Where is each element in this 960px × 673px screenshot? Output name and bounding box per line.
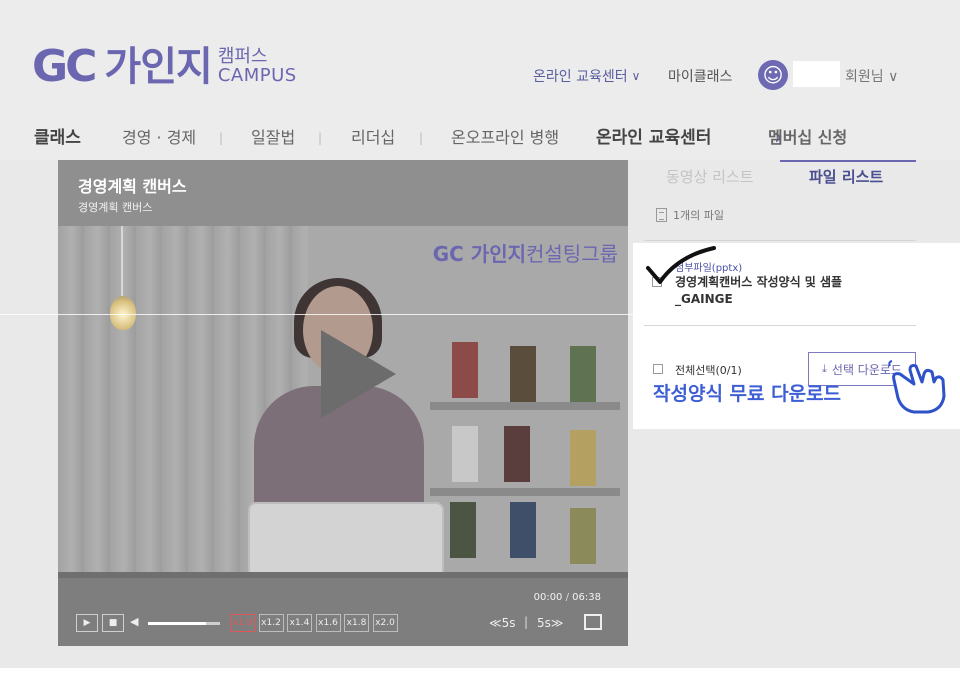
promo-caption: 작성양식 무료 다운로드 xyxy=(653,383,842,405)
member-menu[interactable]: 회원님 ∨ xyxy=(845,66,898,86)
book xyxy=(570,430,596,486)
divider xyxy=(644,325,916,326)
book xyxy=(570,346,596,402)
bookshelf xyxy=(430,402,620,410)
chevron-down-icon: ∨ xyxy=(631,69,641,83)
nav-separator: | xyxy=(219,131,224,145)
logo-sub: 캠퍼스 CAMPUS xyxy=(217,47,297,86)
time-total: 06:38 xyxy=(572,592,601,603)
play-button[interactable]: ▶ xyxy=(76,614,98,632)
site-logo[interactable]: GC 가인지 캠퍼스 CAMPUS xyxy=(32,40,297,94)
file-count-label: 1개의 파일 xyxy=(673,209,724,222)
book xyxy=(570,508,596,564)
book xyxy=(510,502,536,558)
play-overlay-icon[interactable] xyxy=(321,330,396,418)
video-watermark: GC 가인지컨설팅그룹 xyxy=(433,238,618,267)
stop-icon: ■ xyxy=(108,618,118,628)
stop-button[interactable]: ■ xyxy=(102,614,124,632)
video-frame[interactable]: GC 가인지컨설팅그룹 xyxy=(58,226,628,572)
video-player: 경영계획 캔버스 경영계획 캔버스 GC 가인지컨설팅그룹 00:00 / 06 xyxy=(58,160,628,646)
online-edu-menu[interactable]: 온라인 교육센터 ∨ xyxy=(533,66,640,86)
select-all-checkbox[interactable] xyxy=(653,364,663,374)
volume-level xyxy=(148,622,206,625)
pointing-hand-icon xyxy=(888,360,946,414)
watermark-sub: 컨설팅그룹 xyxy=(526,242,618,266)
select-all-label[interactable]: 전체선택(0/1) xyxy=(675,362,742,378)
volume-slider[interactable] xyxy=(148,622,220,625)
bookshelf xyxy=(430,488,620,496)
logo-name: 가인지 xyxy=(104,44,212,90)
active-tab-indicator xyxy=(780,160,916,162)
logo-mark: GC xyxy=(32,41,97,92)
nav-item-management[interactable]: 경영 · 경제 xyxy=(122,124,196,152)
skip-forward-button[interactable]: 5s≫ xyxy=(537,616,563,630)
main-nav: 클래스 경영 · 경제 | 일잘법 | 리더십 | 온오프라인 병행 온라인 교… xyxy=(0,124,960,152)
book xyxy=(452,342,478,398)
nav-item-online-edu[interactable]: 온라인 교육센터 xyxy=(596,124,711,152)
play-icon: ▶ xyxy=(83,618,91,628)
volume-icon[interactable]: ◀ xyxy=(130,615,138,628)
nav-item-leadership[interactable]: 리더십 xyxy=(351,124,395,152)
speed-option-x1-2[interactable]: x1.2 xyxy=(258,614,284,632)
video-title: 경영계획 캔버스 xyxy=(78,177,187,196)
avatar[interactable]: ☺ xyxy=(758,60,788,90)
logo-sub-english: CAMPUS xyxy=(217,65,297,86)
book xyxy=(504,426,530,482)
watermark-brand: GC 가인지 xyxy=(432,242,526,266)
document-icon xyxy=(656,208,667,222)
speed-option-x1-8[interactable]: x1.8 xyxy=(344,614,369,632)
speed-option-x1-0[interactable]: x1.0 xyxy=(230,614,255,632)
tab-video-list[interactable]: 동영상 리스트 xyxy=(666,166,754,187)
lamp-cord xyxy=(121,226,123,296)
file-count: 1개의 파일 xyxy=(656,207,724,223)
panel-tabs: 동영상 리스트 파일 리스트 xyxy=(644,160,916,200)
book xyxy=(450,502,476,558)
video-subtitle: 경영계획 캔버스 xyxy=(78,201,153,214)
nav-separator: | xyxy=(318,131,323,145)
time-current: 00:00 xyxy=(533,592,563,603)
speed-option-x1-4[interactable]: x1.4 xyxy=(287,614,312,632)
light-bulb xyxy=(110,296,136,330)
skip-back-button[interactable]: ≪5s xyxy=(489,616,515,630)
time-display: 00:00 / 06:38 xyxy=(534,592,601,603)
checkmark-icon xyxy=(646,246,716,284)
divider xyxy=(644,240,916,241)
laptop xyxy=(248,502,444,572)
online-edu-label: 온라인 교육센터 xyxy=(533,69,628,85)
time-separator: / xyxy=(565,592,569,603)
tab-file-list[interactable]: 파일 리스트 xyxy=(809,166,883,187)
player-controls: 00:00 / 06:38 ▶ ■ ◀ x1.0 x1.2 x1.4 x1.6 x1.8… xyxy=(58,572,628,646)
my-class-link[interactable]: 마이클래스 xyxy=(668,66,732,86)
membership-cta[interactable]: 멤버십 신청 › xyxy=(768,124,847,153)
nav-item-hybrid[interactable]: 온오프라인 병행 xyxy=(451,124,559,152)
member-label: 회원님 xyxy=(845,69,884,85)
speed-option-x1-6[interactable]: x1.6 xyxy=(315,614,341,632)
user-name-redacted xyxy=(793,61,840,87)
download-icon: ⤓ xyxy=(822,362,827,375)
nav-item-work-method[interactable]: 일잘법 xyxy=(251,124,295,152)
speed-option-x2-0[interactable]: x2.0 xyxy=(372,614,398,632)
book xyxy=(452,426,478,482)
site-header: GC 가인지 캠퍼스 CAMPUS 온라인 교육센터 ∨ 마이클래스 ☺ 회원님… xyxy=(0,0,960,160)
skip-separator: | xyxy=(524,615,529,629)
membership-cta-label: 멤버십 신청 xyxy=(768,128,848,147)
bottom-band xyxy=(0,668,960,673)
book xyxy=(510,346,536,402)
file-name-line2: _GAINGE xyxy=(675,292,733,306)
fullscreen-icon[interactable] xyxy=(584,614,602,630)
nav-separator: | xyxy=(419,131,424,145)
chevron-down-icon: ∨ xyxy=(888,69,899,85)
nav-item-class[interactable]: 클래스 xyxy=(34,124,81,152)
scan-line xyxy=(0,314,633,315)
progress-bar[interactable] xyxy=(58,572,628,578)
